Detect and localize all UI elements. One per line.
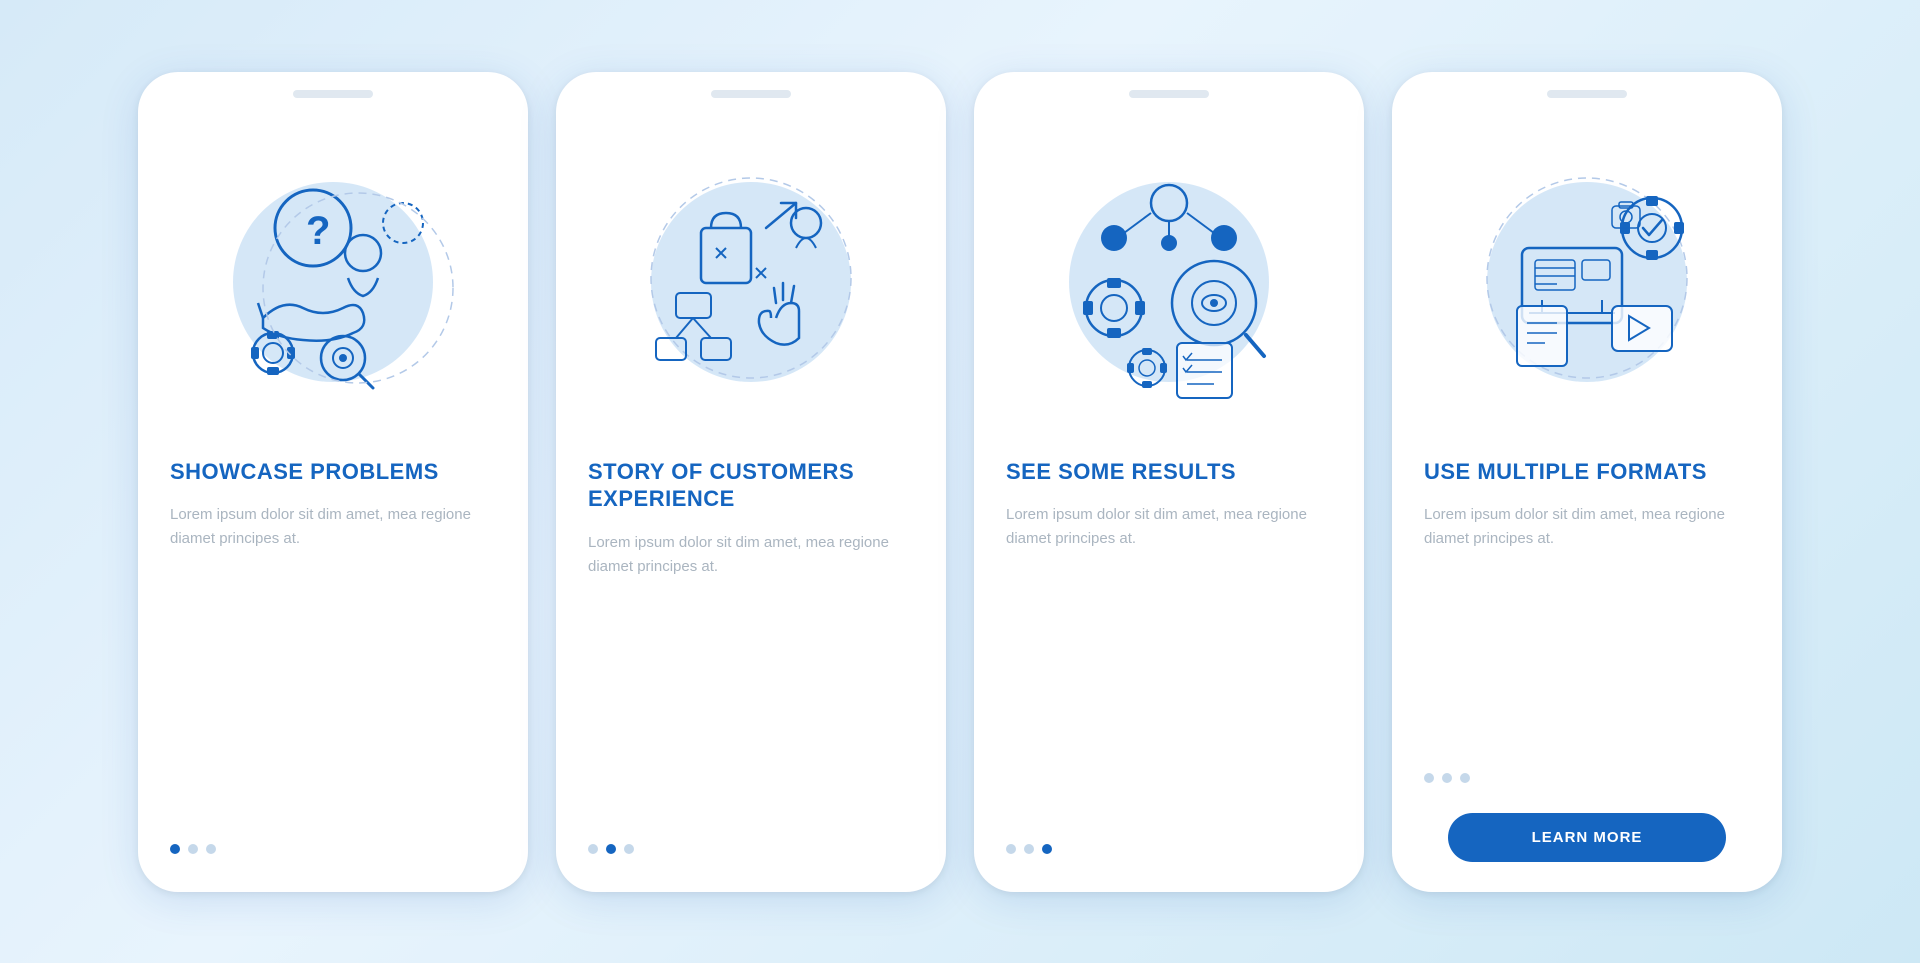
illustration-1: ? bbox=[138, 98, 528, 458]
dot-1-2 bbox=[188, 844, 198, 854]
phone-notch-4 bbox=[1547, 90, 1627, 98]
phone-card-1: ? bbox=[138, 72, 528, 892]
dot-4-2 bbox=[1442, 773, 1452, 783]
phone-card-4: USE MULTIPLE FORMATS Lorem ipsum dolor s… bbox=[1392, 72, 1782, 892]
card-title-1: SHOWCASE PROBLEMS bbox=[170, 458, 496, 486]
card-title-2: STORY OF CUSTOMERS EXPERIENCE bbox=[588, 458, 914, 513]
illustration-2 bbox=[556, 98, 946, 458]
phone-notch-1 bbox=[293, 90, 373, 98]
dot-2-active bbox=[606, 844, 616, 854]
card-title-3: SEE SOME RESULTS bbox=[1006, 458, 1332, 486]
showcase-problems-icon: ? bbox=[203, 148, 463, 408]
card-description-3: Lorem ipsum dolor sit dim amet, mea regi… bbox=[1006, 503, 1332, 551]
illustration-3 bbox=[974, 98, 1364, 458]
dot-1-3 bbox=[206, 844, 216, 854]
cards-container: ? bbox=[98, 32, 1822, 932]
dots-row-4 bbox=[1424, 773, 1750, 783]
card-description-2: Lorem ipsum dolor sit dim amet, mea regi… bbox=[588, 531, 914, 579]
see-results-icon bbox=[1039, 148, 1299, 408]
customers-experience-icon bbox=[621, 148, 881, 408]
phone-notch-2 bbox=[711, 90, 791, 98]
dot-1-active bbox=[170, 844, 180, 854]
dots-row-3 bbox=[1006, 844, 1332, 854]
dot-4-1 bbox=[1424, 773, 1434, 783]
learn-more-button[interactable]: LEARN MORE bbox=[1448, 813, 1725, 862]
card-content-3: SEE SOME RESULTS Lorem ipsum dolor sit d… bbox=[974, 458, 1364, 862]
dot-4-3 bbox=[1460, 773, 1470, 783]
card-content-1: SHOWCASE PROBLEMS Lorem ipsum dolor sit … bbox=[138, 458, 528, 862]
illustration-4 bbox=[1392, 98, 1782, 458]
dots-row-1 bbox=[170, 844, 496, 854]
icon-area-4 bbox=[1392, 98, 1782, 458]
icon-area-3 bbox=[974, 98, 1364, 458]
dot-3-active bbox=[1042, 844, 1052, 854]
multiple-formats-icon bbox=[1457, 148, 1717, 408]
phone-card-3: SEE SOME RESULTS Lorem ipsum dolor sit d… bbox=[974, 72, 1364, 892]
svg-text:?: ? bbox=[306, 209, 330, 253]
dot-3-1 bbox=[1006, 844, 1016, 854]
icon-area-2 bbox=[556, 98, 946, 458]
dots-row-2 bbox=[588, 844, 914, 854]
card-content-2: STORY OF CUSTOMERS EXPERIENCE Lorem ipsu… bbox=[556, 458, 946, 862]
dot-3-2 bbox=[1024, 844, 1034, 854]
card-content-4: USE MULTIPLE FORMATS Lorem ipsum dolor s… bbox=[1392, 458, 1782, 862]
icon-area-1: ? bbox=[138, 98, 528, 458]
phone-card-2: STORY OF CUSTOMERS EXPERIENCE Lorem ipsu… bbox=[556, 72, 946, 892]
dot-2-3 bbox=[624, 844, 634, 854]
card-description-1: Lorem ipsum dolor sit dim amet, mea regi… bbox=[170, 503, 496, 551]
phone-notch-3 bbox=[1129, 90, 1209, 98]
card-title-4: USE MULTIPLE FORMATS bbox=[1424, 458, 1750, 486]
dot-2-1 bbox=[588, 844, 598, 854]
card-description-4: Lorem ipsum dolor sit dim amet, mea regi… bbox=[1424, 503, 1750, 551]
